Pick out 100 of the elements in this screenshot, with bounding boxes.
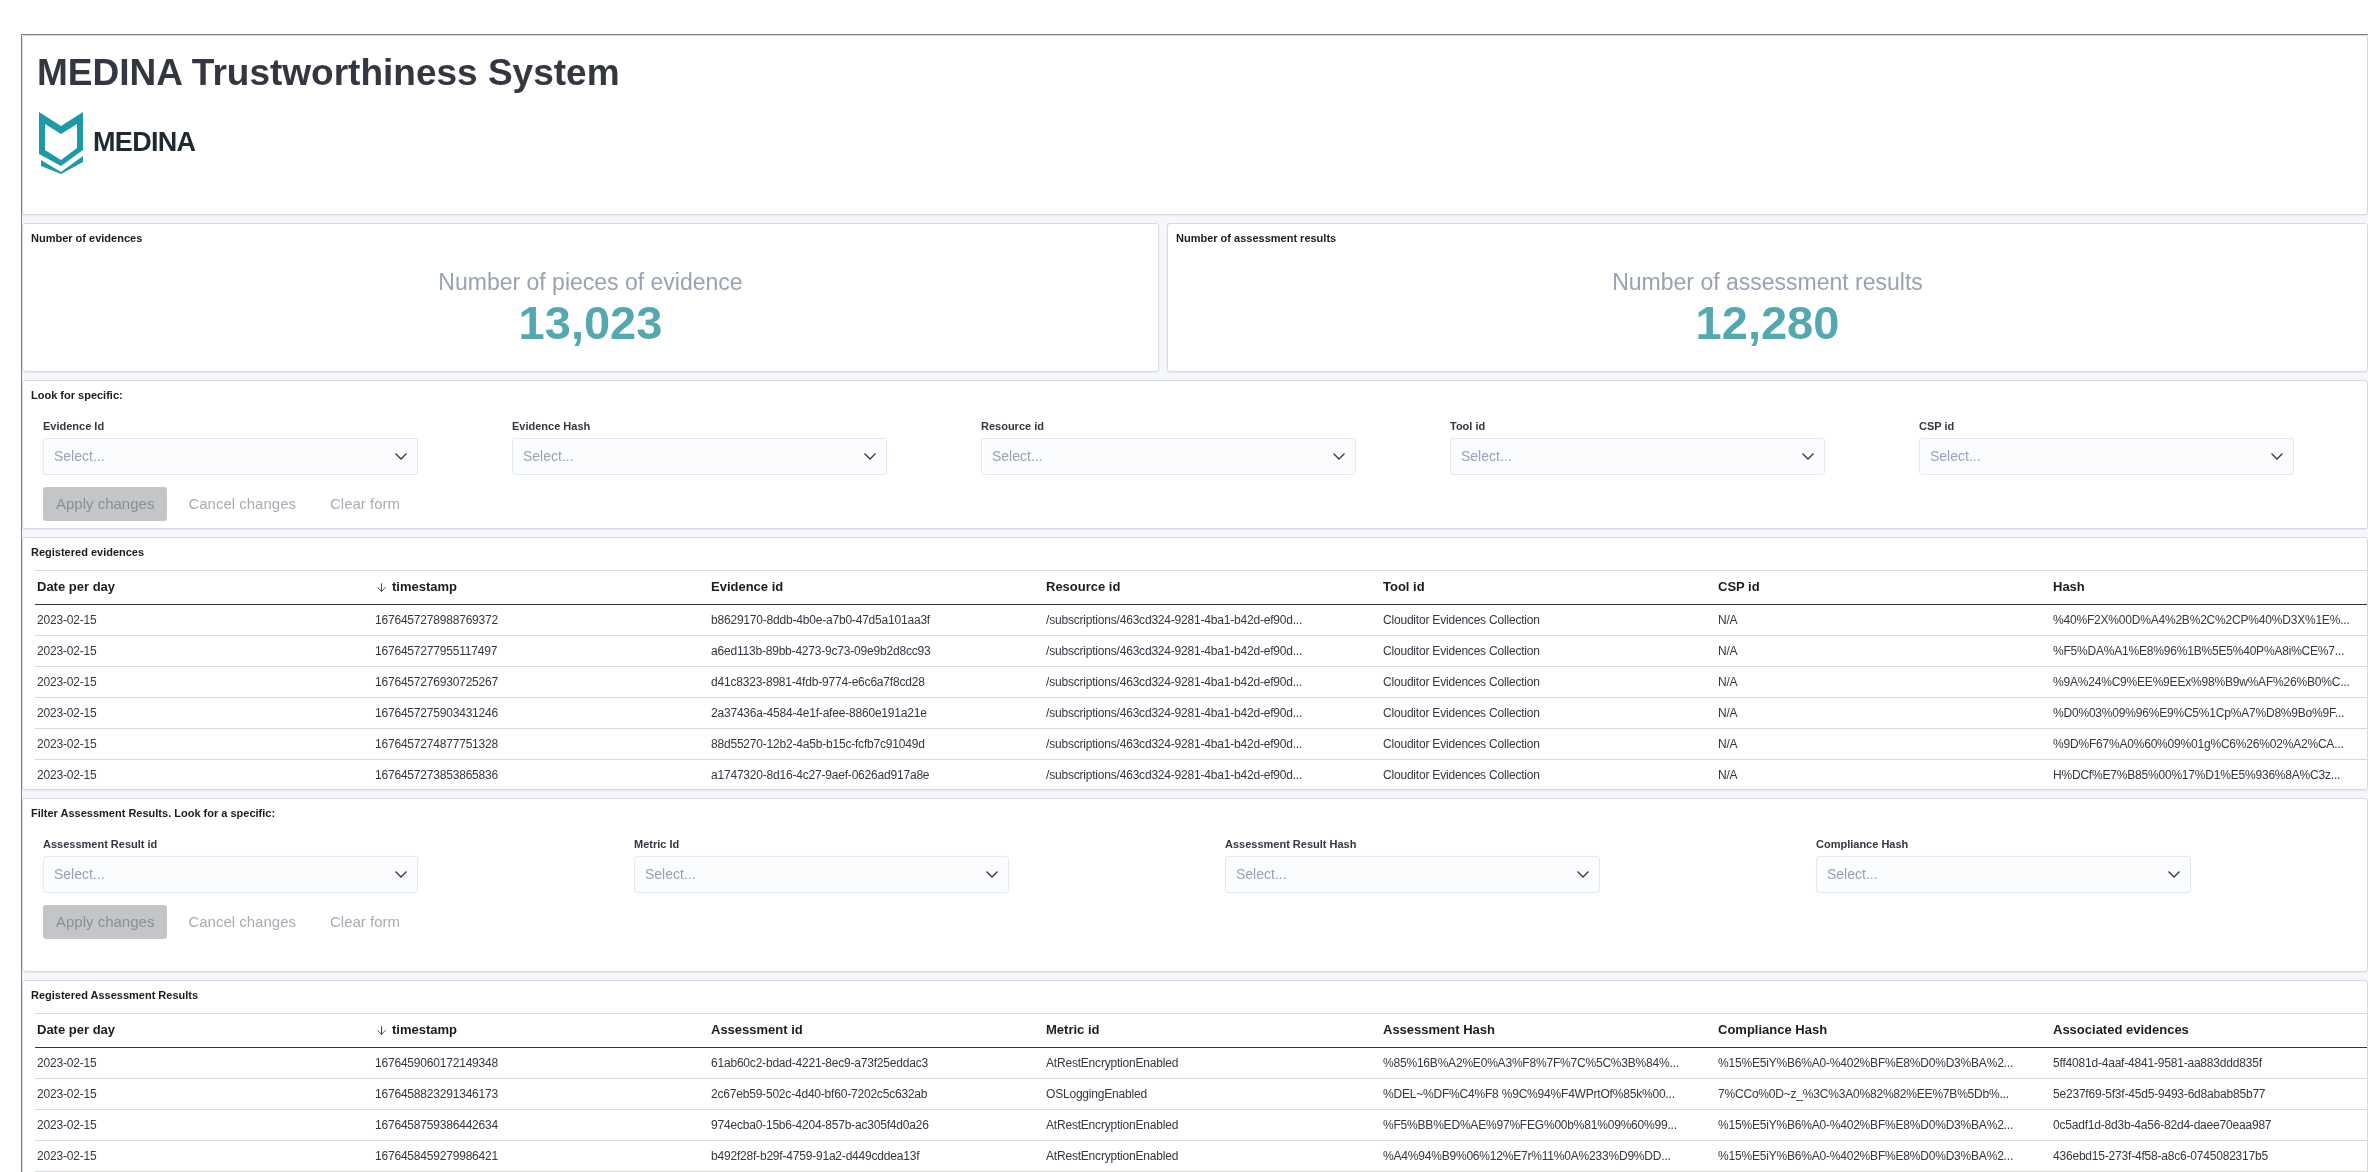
table-cell-text: 88d55270-12b2-4a5b-b15c-fcfb7c91049d <box>710 735 926 753</box>
table-cell-text: 1676457274877751328 <box>374 735 499 753</box>
table-cell-text: N/A <box>1717 673 1739 691</box>
column-header[interactable]: Resource id <box>1044 577 1381 597</box>
column-header[interactable]: Compliance Hash <box>1716 1020 2051 1040</box>
select-field[interactable]: Select... <box>981 438 1356 475</box>
table-cell-text: 1676457273853865836 <box>374 766 499 784</box>
column-header[interactable]: Date per day <box>35 577 373 597</box>
table-cell-text: 974ecba0-15b6-4204-857b-ac305f4d0a26 <box>710 1116 930 1134</box>
table-cell-text: %85%16B%A2%E0%A3%F8%7F%7C%5C%3B%84%... <box>1382 1054 1680 1072</box>
table-cell-text: 2023-02-15 <box>36 1054 98 1072</box>
panel-title: Registered evidences <box>31 545 146 560</box>
sort-down-icon <box>375 1023 388 1037</box>
panel-title: Look for specific: <box>31 388 124 403</box>
table-cell-text: 2023-02-15 <box>36 1085 98 1103</box>
table-cell-text: 2c67eb59-502c-4d40-bf60-7202c5c632ab <box>710 1085 929 1103</box>
field-label: Compliance Hash <box>1816 836 1910 852</box>
table-cell-text: %40%F2X%00D%A4%2B%2C%2CP%40%D3X%1E%... <box>2052 611 2351 629</box>
table-cell-text: Clouditor Evidences Collection <box>1382 704 1541 722</box>
table-cell-text: Clouditor Evidences Collection <box>1382 673 1541 691</box>
chevron-down-icon <box>864 453 876 460</box>
page-title: MEDINA Trustworthiness System <box>37 51 621 95</box>
table-cell-text: 2023-02-15 <box>36 704 98 722</box>
table-cell-text: 5e237f69-5f3f-45d5-9493-6d8abab85b77 <box>2052 1085 2267 1103</box>
table-cell-text: d41c8323-8981-4fdb-9774-e6c6a7f8cd28 <box>710 673 926 691</box>
table-cell-text: 2a37436a-4584-4e1f-afee-8860e191a21e <box>710 704 928 722</box>
table-cell-text: %15%E5iY%B6%A0-%402%BF%E8%D0%D3%BA%2... <box>1717 1147 2014 1165</box>
table-cell-text: /subscriptions/463cd324-9281-4ba1-b42d-ef90d... <box>1045 735 1304 753</box>
table-cell-text: %15%E5iY%B6%A0-%402%BF%E8%D0%D3%BA%2... <box>1717 1116 2014 1134</box>
table-cell-text: Clouditor Evidences Collection <box>1382 611 1541 629</box>
select-field[interactable]: Select... <box>1919 438 2294 475</box>
metric-value: 13,023 <box>518 299 663 346</box>
table-cell-text: 1676457278988769372 <box>374 611 499 629</box>
chevron-down-icon <box>395 453 407 460</box>
table-cell-text: H%DCf%E7%B85%00%17%D1%E5%936%8A%C3z... <box>2052 766 2342 784</box>
metric-label: Number of assessment results <box>1612 267 1923 297</box>
select-field[interactable]: Select... <box>1816 856 2191 893</box>
table-cell-text: Clouditor Evidences Collection <box>1382 766 1541 784</box>
table-cell-text: %DEL~%DF%C4%F8 %9C%94%F4WPrtOf%85k%00... <box>1382 1085 1676 1103</box>
table-cell-text: 5ff4081d-4aaf-4841-9581-aa883ddd835f <box>2052 1054 2263 1072</box>
column-header[interactable]: Assessment id <box>709 1020 1044 1040</box>
table-cell-text: Clouditor Evidences Collection <box>1382 642 1541 660</box>
table-cell-text: 7%CCo%0D~z_%3C%3A0%82%82%EE%7B%5Db%... <box>1717 1085 2010 1103</box>
table-cell-text: 1676457276930725267 <box>374 673 499 691</box>
metric-value: 12,280 <box>1695 299 1840 346</box>
metric-label: Number of pieces of evidence <box>438 267 743 297</box>
table-cell-text: 2023-02-15 <box>36 611 98 629</box>
column-header[interactable]: Date per day <box>35 1020 373 1040</box>
chevron-down-icon <box>986 871 998 878</box>
table-cell-text: OSLoggingEnabled <box>1045 1085 1148 1103</box>
panel-title: Registered Assessment Results <box>31 988 200 1003</box>
panel-title: Number of assessment results <box>1176 231 1338 246</box>
column-header[interactable]: Metric id <box>1044 1020 1381 1040</box>
field-label: Assessment Result id <box>43 836 159 852</box>
table-cell-text: N/A <box>1717 766 1739 784</box>
table-cell-text: /subscriptions/463cd324-9281-4ba1-b42d-ef90d... <box>1045 611 1304 629</box>
table-cell-text: 1676457275903431246 <box>374 704 499 722</box>
table-cell-text: 2023-02-15 <box>36 642 98 660</box>
table-cell-text: N/A <box>1717 735 1739 753</box>
chevron-down-icon <box>1802 453 1814 460</box>
table-cell-text: 1676459060172149348 <box>374 1054 499 1072</box>
table-cell-text: AtRestEncryptionEnabled <box>1045 1054 1180 1072</box>
logo-text: MEDINA <box>93 126 196 159</box>
table-cell-text: %9D%F67%A0%60%09%01g%C6%26%02%A2%CA... <box>2052 735 2345 753</box>
table-cell-text: a1747320-8d16-4c27-9aef-0626ad917a8e <box>710 766 931 784</box>
column-header[interactable]: Tool id <box>1381 577 1716 597</box>
select-field[interactable]: Select... <box>1225 856 1600 893</box>
chevron-down-icon <box>2168 871 2180 878</box>
table-cell-text: /subscriptions/463cd324-9281-4ba1-b42d-ef90d... <box>1045 642 1304 660</box>
table-cell-text: a6ed113b-89bb-4273-9c73-09e9b2d8cc93 <box>710 642 932 660</box>
table-cell-text: N/A <box>1717 611 1739 629</box>
column-header[interactable]: timestamp <box>373 1020 709 1040</box>
column-header[interactable]: Evidence id <box>709 577 1044 597</box>
field-label: Resource id <box>981 418 1045 434</box>
table-cell-text: %D0%03%09%96%E9%C5%1Cp%A7%D8%9Bo%9F... <box>2052 704 2346 722</box>
field-label: Metric Id <box>634 836 681 852</box>
table-cell-text: %9A%24%C9%EE%9EEx%98%B9w%AF%26%B0%C... <box>2052 673 2351 691</box>
select-field[interactable]: Select... <box>634 856 1009 893</box>
column-header[interactable]: Associated evidences <box>2051 1020 2367 1040</box>
column-header[interactable]: CSP id <box>1716 577 2051 597</box>
table-cell-text: 2023-02-15 <box>36 1147 98 1165</box>
select-field[interactable]: Select... <box>43 856 418 893</box>
select-field[interactable]: Select... <box>1450 438 1825 475</box>
table-cell-text: 61ab60c2-bdad-4221-8ec9-a73f25eddac3 <box>710 1054 929 1072</box>
table-cell-text: 0c5adf1d-8d3b-4a56-82d4-daee70eaa987 <box>2052 1116 2273 1134</box>
column-header[interactable]: timestamp <box>373 577 709 597</box>
field-label: Tool id <box>1450 418 1487 434</box>
table-cell-text: AtRestEncryptionEnabled <box>1045 1116 1180 1134</box>
select-field[interactable]: Select... <box>43 438 418 475</box>
table-cell-text: /subscriptions/463cd324-9281-4ba1-b42d-ef90d... <box>1045 766 1304 784</box>
table-cell-text: %A4%94%B9%06%12%E7r%11%0A%233%D9%DD... <box>1382 1147 1672 1165</box>
table-cell-text: %F5%BB%ED%AE%97%FEG%00b%81%09%60%99... <box>1382 1116 1678 1134</box>
panel-title: Filter Assessment Results. Look for a specific: <box>31 806 277 821</box>
column-header[interactable]: Hash <box>2051 577 2367 597</box>
table-cell-text: %15%E5iY%B6%A0-%402%BF%E8%D0%D3%BA%2... <box>1717 1054 2014 1072</box>
table-cell-text: 1676458823291346173 <box>374 1085 499 1103</box>
select-field[interactable]: Select... <box>512 438 887 475</box>
column-header[interactable]: Assessment Hash <box>1381 1020 1716 1040</box>
table-cell-text: b8629170-8ddb-4b0e-a7b0-47d5a101aa3f <box>710 611 931 629</box>
table-cell-text: b492f28f-b29f-4759-91a2-d449cddea13f <box>710 1147 921 1165</box>
